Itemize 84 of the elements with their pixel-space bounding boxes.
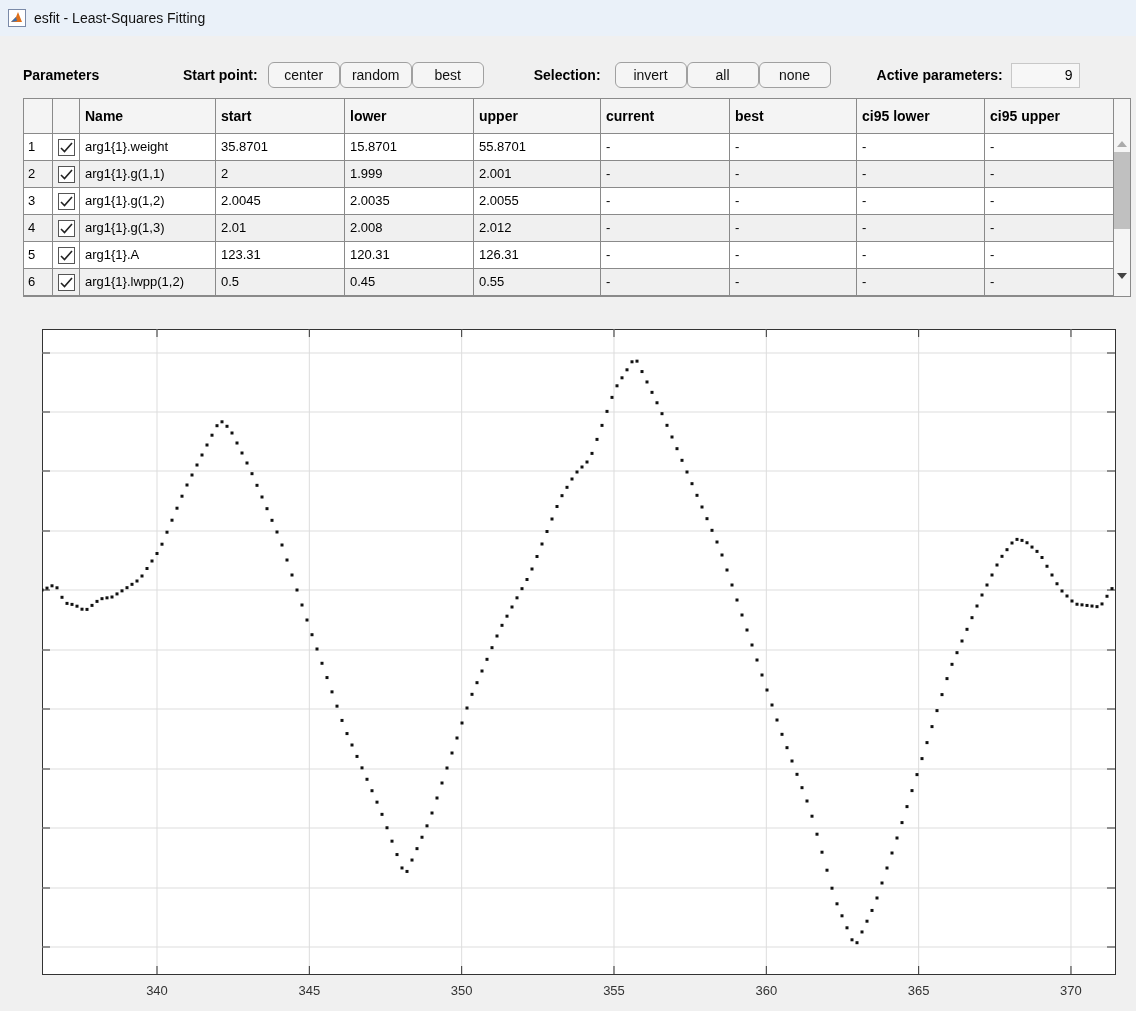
table-cell: 1.999 bbox=[345, 161, 474, 187]
table-cell: 123.31 bbox=[216, 242, 345, 268]
section-label: Parameters bbox=[23, 65, 101, 85]
table-cell: - bbox=[601, 242, 730, 268]
table-cell: - bbox=[857, 215, 985, 241]
table-cell: 2.001 bbox=[474, 161, 601, 187]
table-cell: - bbox=[857, 161, 985, 187]
scroll-down-icon[interactable] bbox=[1117, 273, 1127, 279]
table-cell: arg1{1}.A bbox=[80, 242, 216, 268]
row-number: 3 bbox=[24, 188, 53, 214]
table-cell: - bbox=[730, 134, 857, 160]
app-icon bbox=[8, 9, 26, 27]
column-header: upper bbox=[474, 99, 601, 133]
checkbox[interactable] bbox=[57, 219, 75, 237]
table-cell: - bbox=[730, 269, 857, 295]
x-axis-tick-label: 350 bbox=[449, 982, 474, 1000]
column-header: lower bbox=[345, 99, 474, 133]
toolbar-button[interactable]: best bbox=[411, 62, 484, 88]
table-cell: - bbox=[601, 161, 730, 187]
scrollbar[interactable] bbox=[1114, 99, 1130, 296]
active-parameters-field[interactable]: 9 bbox=[1010, 62, 1080, 88]
toolbar-button[interactable]: random bbox=[339, 62, 412, 88]
checkbox[interactable] bbox=[57, 165, 75, 183]
table-cell: - bbox=[857, 242, 985, 268]
column-header: Name bbox=[80, 99, 216, 133]
column-header: ci95 lower bbox=[857, 99, 985, 133]
selection-label: Selection: bbox=[533, 65, 601, 85]
checkbox[interactable] bbox=[57, 246, 75, 264]
table-cell: 2.01 bbox=[216, 215, 345, 241]
toolbar-button[interactable]: all bbox=[686, 62, 759, 88]
row-number: 2 bbox=[24, 161, 53, 187]
table-cell: - bbox=[730, 161, 857, 187]
window-title: esfit - Least-Squares Fitting bbox=[34, 8, 206, 28]
table-cell: - bbox=[730, 215, 857, 241]
table-cell: arg1{1}.g(1,3) bbox=[80, 215, 216, 241]
table-cell: 0.5 bbox=[216, 269, 345, 295]
table-cell: arg1{1}.g(1,2) bbox=[80, 188, 216, 214]
table-cell: 2.0045 bbox=[216, 188, 345, 214]
table-cell: 55.8701 bbox=[474, 134, 601, 160]
row-number: 6 bbox=[24, 269, 53, 295]
table-cell: 35.8701 bbox=[216, 134, 345, 160]
toolbar-button[interactable]: none bbox=[758, 62, 831, 88]
start-point-label: Start point: bbox=[183, 65, 258, 85]
table-cell: 15.8701 bbox=[345, 134, 474, 160]
table-cell: 2.008 bbox=[345, 215, 474, 241]
table-cell: - bbox=[601, 188, 730, 214]
x-axis-tick-label: 360 bbox=[754, 982, 779, 1000]
column-header: current bbox=[601, 99, 730, 133]
x-axis-tick-label: 355 bbox=[602, 982, 626, 1000]
checkbox[interactable] bbox=[57, 192, 75, 210]
scroll-thumb[interactable] bbox=[1114, 152, 1130, 229]
table-cell: - bbox=[857, 188, 985, 214]
table-cell: 2 bbox=[216, 161, 345, 187]
x-axis-tick-label: 345 bbox=[297, 982, 322, 1000]
table-cell: 2.0035 bbox=[345, 188, 474, 214]
table-cell: arg1{1}.lwpp(1,2) bbox=[80, 269, 216, 295]
toolbar-button[interactable]: center bbox=[267, 62, 340, 88]
table-cell: - bbox=[857, 269, 985, 295]
table-cell: 2.012 bbox=[474, 215, 601, 241]
column-header: start bbox=[216, 99, 345, 133]
table-cell: 0.45 bbox=[345, 269, 474, 295]
table-cell: - bbox=[730, 188, 857, 214]
row-number: 4 bbox=[24, 215, 53, 241]
x-axis-tick-label: 370 bbox=[1059, 982, 1083, 1000]
table-cell: - bbox=[857, 134, 985, 160]
table-cell: 120.31 bbox=[345, 242, 474, 268]
table-cell: - bbox=[730, 242, 857, 268]
row-number: 1 bbox=[24, 134, 53, 160]
table-cell: - bbox=[601, 269, 730, 295]
table-cell: arg1{1}.weight bbox=[80, 134, 216, 160]
table-cell: - bbox=[601, 215, 730, 241]
checkbox[interactable] bbox=[57, 273, 75, 291]
row-number: 5 bbox=[24, 242, 53, 268]
x-axis-tick-label: 365 bbox=[906, 982, 931, 1000]
active-parameters-label: Active parameters: bbox=[876, 65, 1003, 85]
table-cell: 126.31 bbox=[474, 242, 601, 268]
x-axis-tick-label: 340 bbox=[145, 982, 169, 1000]
toolbar-button[interactable]: invert bbox=[614, 62, 687, 88]
checkbox[interactable] bbox=[57, 138, 75, 156]
column-header: best bbox=[730, 99, 857, 133]
table-cell: 0.55 bbox=[474, 269, 601, 295]
table-cell: 2.0055 bbox=[474, 188, 601, 214]
table-cell: - bbox=[601, 134, 730, 160]
table-cell: arg1{1}.g(1,1) bbox=[80, 161, 216, 187]
